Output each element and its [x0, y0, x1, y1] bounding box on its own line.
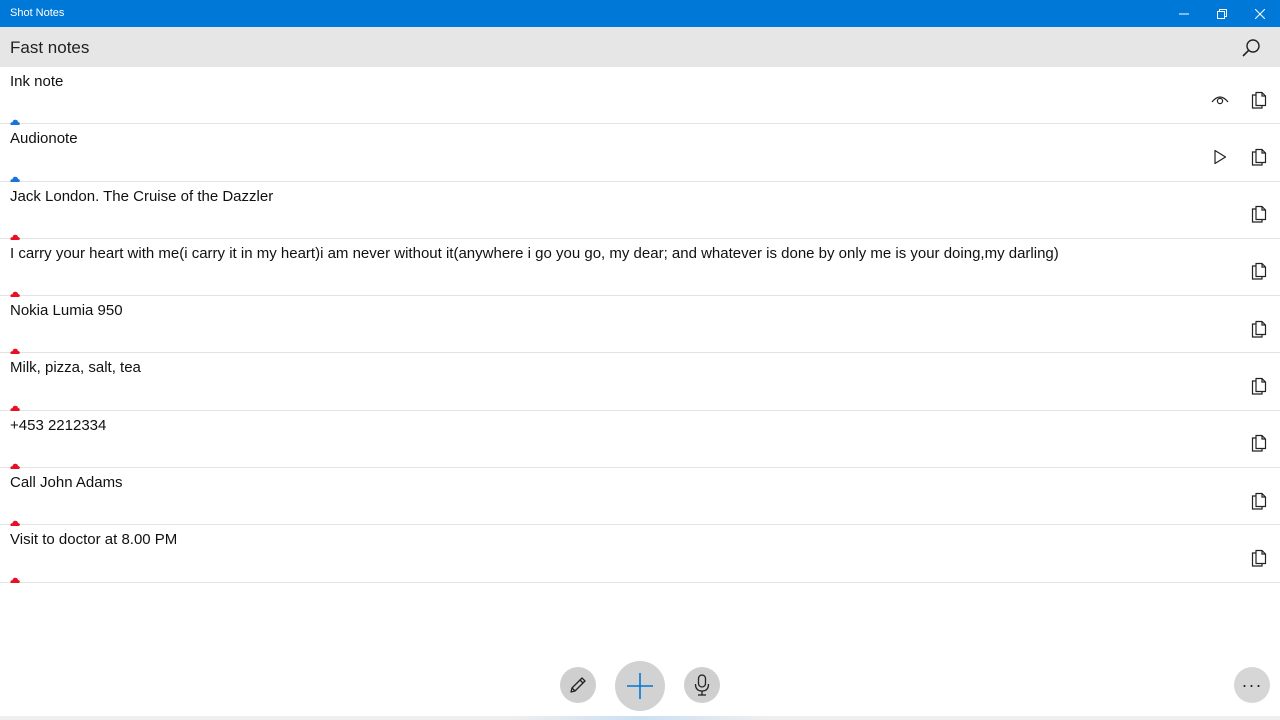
window-title: Shot Notes — [10, 7, 65, 19]
note-text: Jack London. The Cruise of the Dazzler — [10, 187, 274, 205]
add-note-button[interactable] — [615, 661, 665, 711]
play-icon — [1213, 149, 1227, 170]
copy-icon — [1250, 320, 1268, 343]
close-button[interactable] — [1241, 0, 1279, 27]
microphone-icon — [694, 674, 710, 696]
copy-icon — [1250, 492, 1268, 515]
pencil-icon — [570, 677, 586, 693]
restore-icon — [1217, 8, 1227, 19]
play-audio-button[interactable] — [1209, 148, 1231, 170]
audio-note-button[interactable] — [684, 667, 720, 703]
copy-icon — [1250, 434, 1268, 457]
copy-icon — [1250, 377, 1268, 400]
page-title: Fast notes — [10, 38, 90, 57]
page-header: Fast notes — [0, 27, 1280, 67]
note-text: Milk, pizza, salt, tea — [10, 359, 141, 377]
note-item[interactable]: Milk, pizza, salt, tea — [0, 353, 1280, 412]
note-text: Ink note — [10, 73, 64, 90]
restore-button[interactable] — [1203, 0, 1241, 27]
plus-icon — [627, 673, 653, 699]
note-item[interactable]: Visit to doctor at 8.00 PM — [0, 525, 1280, 584]
copy-icon — [1250, 148, 1268, 171]
cloud-sync-icon — [10, 456, 20, 469]
cloud-sync-icon — [10, 227, 20, 240]
notes-list: Ink note Audionote Jack London. The Cruise… — [0, 67, 1280, 584]
copy-note-button[interactable] — [1248, 148, 1270, 170]
eye-icon — [1211, 93, 1229, 112]
copy-note-button[interactable] — [1248, 492, 1270, 514]
minimize-button[interactable] — [1165, 0, 1203, 27]
ink-note-button[interactable] — [560, 667, 596, 703]
close-icon — [1255, 8, 1265, 19]
copy-icon — [1250, 549, 1268, 572]
note-text: Audionote — [10, 130, 78, 148]
note-text: Call John Adams — [10, 474, 123, 492]
note-item[interactable]: Audionote — [0, 124, 1280, 183]
app-window: Shot Notes Fast notes Ink note Audionote… — [0, 0, 1280, 720]
note-item[interactable]: Call John Adams — [0, 468, 1280, 527]
note-text: Visit to doctor at 8.00 PM — [10, 531, 178, 549]
cloud-sync-icon — [10, 398, 20, 412]
copy-icon — [1250, 91, 1268, 114]
note-text: Nokia Lumia 950 — [10, 302, 123, 320]
copy-icon — [1250, 262, 1268, 285]
cloud-sync-icon — [10, 341, 20, 355]
note-item[interactable]: Jack London. The Cruise of the Dazzler — [0, 182, 1280, 240]
note-item[interactable]: Ink note — [0, 67, 1280, 125]
more-button[interactable]: ··· — [1234, 667, 1270, 703]
more-icon: ··· — [1241, 675, 1263, 695]
cloud-sync-icon — [10, 169, 20, 183]
note-item[interactable]: Nokia Lumia 950 — [0, 296, 1280, 355]
copy-note-button[interactable] — [1248, 205, 1270, 228]
note-text: +453 2212334 — [10, 416, 107, 434]
note-item[interactable]: I carry your heart with me(i carry it in… — [0, 239, 1280, 297]
copy-note-button[interactable] — [1248, 377, 1270, 399]
search-icon — [1242, 39, 1260, 57]
copy-note-button[interactable] — [1248, 263, 1270, 285]
cloud-sync-icon — [10, 112, 20, 125]
cloud-sync-icon — [10, 513, 20, 527]
note-text: I carry your heart with me(i carry it in… — [10, 244, 1059, 262]
copy-note-button[interactable] — [1248, 91, 1270, 113]
cloud-sync-icon — [10, 570, 20, 584]
copy-note-button[interactable] — [1248, 435, 1270, 457]
minimize-icon — [1179, 13, 1189, 14]
note-item[interactable]: +453 2212334 — [0, 411, 1280, 469]
view-note-button[interactable] — [1209, 91, 1231, 113]
search-button[interactable] — [1238, 35, 1264, 61]
cloud-sync-icon — [10, 284, 20, 297]
copy-icon — [1250, 205, 1268, 228]
title-bar: Shot Notes — [0, 0, 1280, 27]
taskbar-edge — [0, 716, 1280, 720]
copy-note-button[interactable] — [1248, 320, 1270, 342]
copy-note-button[interactable] — [1248, 549, 1270, 571]
